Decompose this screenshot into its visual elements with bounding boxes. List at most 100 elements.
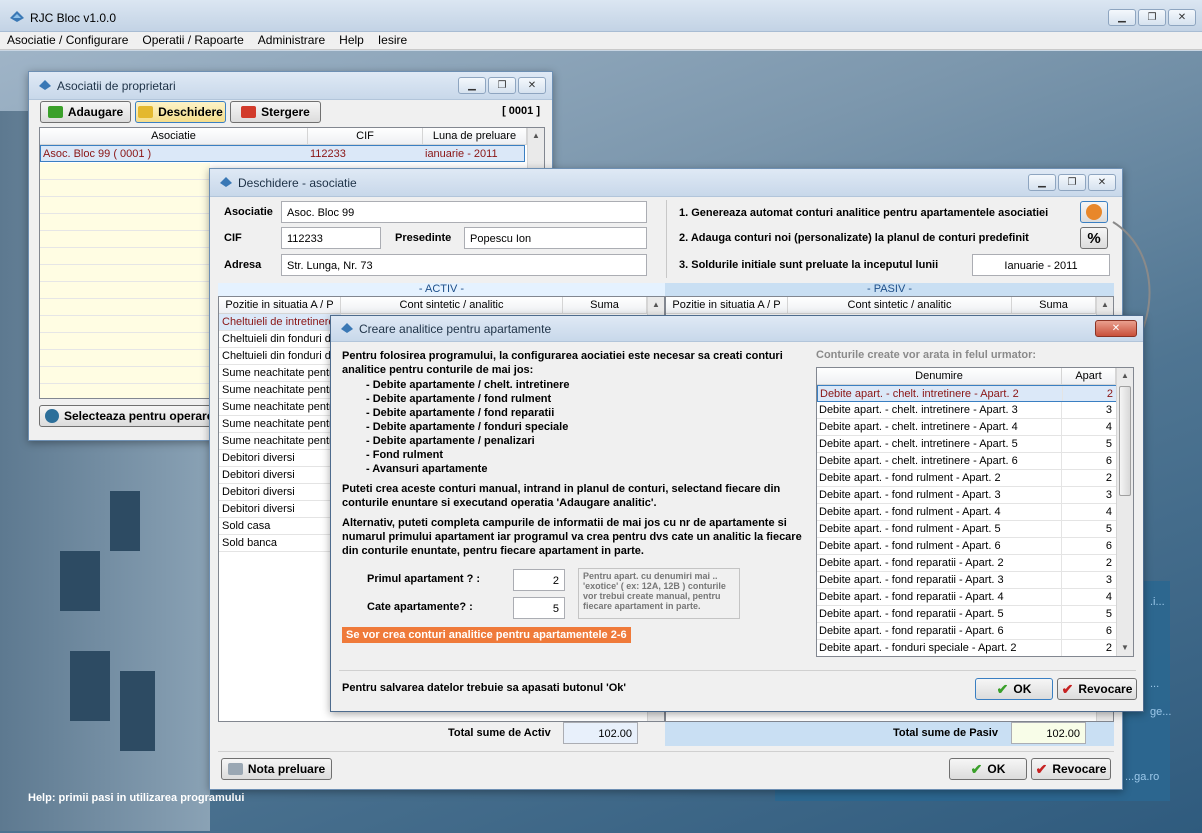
open-button[interactable]: Deschidere (135, 101, 226, 123)
percent-button[interactable]: % (1080, 227, 1108, 249)
primul-apartament-field[interactable]: 2 (513, 569, 565, 591)
col-suma[interactable]: Suma (1012, 297, 1096, 313)
menu-iesire[interactable]: Iesire (371, 32, 414, 49)
scrollbar-thumb[interactable] (1119, 386, 1131, 496)
close-button[interactable]: ✕ (1088, 174, 1116, 191)
manual-text: Puteti crea aceste conturi manual, intra… (342, 483, 781, 509)
menu-asociatie[interactable]: Asociatie / Configurare (0, 32, 135, 49)
close-button[interactable]: ✕ (1095, 320, 1137, 337)
table-row[interactable]: Debite apart. - fond rulment - Apart. 6 6 (817, 538, 1118, 555)
table-row[interactable]: Sume neachitate pentr (219, 416, 341, 433)
table-row[interactable]: Debite apart. - fond reparatii - Apart. … (817, 572, 1118, 589)
asociatie-field[interactable]: Asoc. Bloc 99 (281, 201, 647, 223)
menu-operatii[interactable]: Operatii / Rapoarte (135, 32, 250, 49)
col-cont[interactable]: Cont sintetic / analitic (341, 297, 563, 313)
table-row[interactable]: Debitori diversi (219, 484, 341, 501)
table-row[interactable]: Debite apart. - fond reparatii - Apart. … (817, 555, 1118, 572)
dialog-ok-button[interactable]: ✔ OK (975, 678, 1053, 700)
col-asociatie[interactable]: Asociatie (40, 128, 308, 144)
status-help-text[interactable]: Help: primii pasi in utilizarea programu… (28, 792, 244, 804)
table-row[interactable]: Debite apart. - fonduri speciale - Apart… (817, 640, 1118, 656)
table-row[interactable]: Debite apart. - fond reparatii - Apart. … (817, 623, 1118, 640)
denumire-cell: Debite apart. - fonduri speciale - Apart… (817, 640, 1062, 656)
table-row[interactable]: Sume neachitate pentr (219, 399, 341, 416)
bg-link-1[interactable]: .i... (1150, 596, 1165, 608)
menu-administrare[interactable]: Administrare (251, 32, 332, 49)
generate-button[interactable] (1080, 201, 1108, 223)
col-pozitie[interactable]: Pozitie in situatia A / P (219, 297, 341, 313)
table-row[interactable]: Debite apart. - chelt. intretinere - Apa… (817, 436, 1118, 453)
col-luna[interactable]: Luna de preluare (423, 128, 527, 144)
apart-cell: 4 (1105, 591, 1112, 603)
bg-link-4[interactable]: ge... (1150, 706, 1171, 718)
table-row[interactable]: Debite apart. - fond rulment - Apart. 4 4 (817, 504, 1118, 521)
delete-button[interactable]: Stergere (230, 101, 321, 123)
maximize-button[interactable]: ❐ (1058, 174, 1086, 191)
select-for-operation-button[interactable]: Selecteaza pentru operare (39, 405, 219, 427)
luna-field[interactable]: Ianuarie - 2011 (972, 254, 1110, 276)
table-row[interactable]: Cheltuieli de intretinere (219, 314, 341, 331)
col-cif[interactable]: CIF (308, 128, 423, 144)
bg-link-5[interactable]: ...ga.ro (1125, 771, 1159, 783)
folder-yellow-icon (138, 106, 154, 118)
col-cont[interactable]: Cont sintetic / analitic (788, 297, 1012, 313)
col-suma[interactable]: Suma (563, 297, 647, 313)
table-row[interactable]: Debite apart. - chelt. intretinere - Apa… (817, 453, 1118, 470)
table-row[interactable]: Cheltuieli din fonduri div (219, 348, 341, 365)
col-denumire[interactable]: Denumire (817, 368, 1062, 384)
table-row[interactable]: Asoc. Bloc 99 ( 0001 ) 112233 ianuarie - 2… (40, 145, 525, 162)
minimize-button[interactable]: ▁ (1108, 9, 1136, 26)
minimize-button[interactable]: ▁ (458, 77, 486, 94)
table-row[interactable]: Sold banca (219, 535, 341, 552)
table-row[interactable]: Cheltuieli din fonduri div (219, 331, 341, 348)
denumire-cell: Debite apart. - fond reparatii - Apart. … (817, 623, 1062, 639)
apart-cell: 3 (1105, 404, 1112, 416)
ok-button[interactable]: ✔ OK (949, 758, 1027, 780)
apart-cell: 2 (1105, 557, 1112, 569)
pasiv-header: - PASIV - (665, 283, 1114, 296)
col-pozitie[interactable]: Pozitie in situatia A / P (666, 297, 788, 313)
check-icon: ✔ (996, 680, 1009, 697)
cif-field[interactable]: 112233 (281, 227, 381, 249)
table-row[interactable]: Debitori diversi (219, 501, 341, 518)
denumire-cell: Debite apart. - fond rulment - Apart. 5 (817, 521, 1062, 537)
maximize-button[interactable]: ❐ (1138, 9, 1166, 26)
close-button[interactable]: ✕ (1168, 9, 1196, 26)
table-row[interactable]: Sume neachitate pentr (219, 433, 341, 450)
total-pasiv-field: 102.00 (1011, 722, 1086, 744)
table-row[interactable]: Debite apart. - chelt. intretinere - Apa… (817, 402, 1118, 419)
maximize-button[interactable]: ❐ (488, 77, 516, 94)
cancel-check-icon: ✔ (1061, 680, 1074, 697)
cate-apartamente-field[interactable]: 5 (513, 597, 565, 619)
bg-link-2[interactable]: ... (1150, 678, 1159, 690)
account-list: - Debite apartamente / chelt. intretiner… (342, 378, 802, 476)
table-row[interactable]: Debite apart. - fond rulment - Apart. 2 2 (817, 470, 1118, 487)
table-row[interactable]: Sume neachitate pentr (219, 382, 341, 399)
table-row[interactable]: Debitori diversi (219, 467, 341, 484)
nota-preluare-button[interactable]: Nota preluare (221, 758, 332, 780)
menu-help[interactable]: Help (332, 32, 371, 49)
table-row[interactable]: Debite apart. - fond reparatii - Apart. … (817, 589, 1118, 606)
total-pasiv-label: Total sume de Pasiv (893, 727, 998, 739)
presedinte-field[interactable]: Popescu Ion (464, 227, 647, 249)
add-button[interactable]: Adaugare (40, 101, 131, 123)
table-row[interactable]: Debite apart. - chelt. intretinere - Apa… (817, 419, 1118, 436)
step3-text: 3. Soldurile initiale sunt preluate la i… (679, 259, 939, 271)
adresa-field[interactable]: Str. Lunga, Nr. 73 (281, 254, 647, 276)
col-apart[interactable]: Apart (1062, 368, 1116, 384)
table-row[interactable]: Debitori diversi (219, 450, 341, 467)
printer-icon (227, 763, 243, 775)
close-button[interactable]: ✕ (518, 77, 546, 94)
table-row[interactable]: Debite apart. - fond reparatii - Apart. … (817, 606, 1118, 623)
dialog-revocare-button[interactable]: ✔ Revocare (1057, 678, 1137, 700)
table-row[interactable]: Sold casa (219, 518, 341, 535)
apart-cell: 4 (1105, 421, 1112, 433)
table-row[interactable]: Debite apart. - chelt. intretinere - Apa… (817, 385, 1118, 402)
table-row[interactable]: Debite apart. - fond rulment - Apart. 5 5 (817, 521, 1118, 538)
minimize-button[interactable]: ▁ (1028, 174, 1056, 191)
revocare-button[interactable]: ✔ Revocare (1031, 758, 1111, 780)
table-row[interactable]: Sume neachitate pentr (219, 365, 341, 382)
footer-note: Pentru salvarea datelor trebuie sa apasa… (342, 682, 626, 694)
table-row[interactable]: Debite apart. - fond rulment - Apart. 3 3 (817, 487, 1118, 504)
apart-cell: 5 (1105, 438, 1112, 450)
